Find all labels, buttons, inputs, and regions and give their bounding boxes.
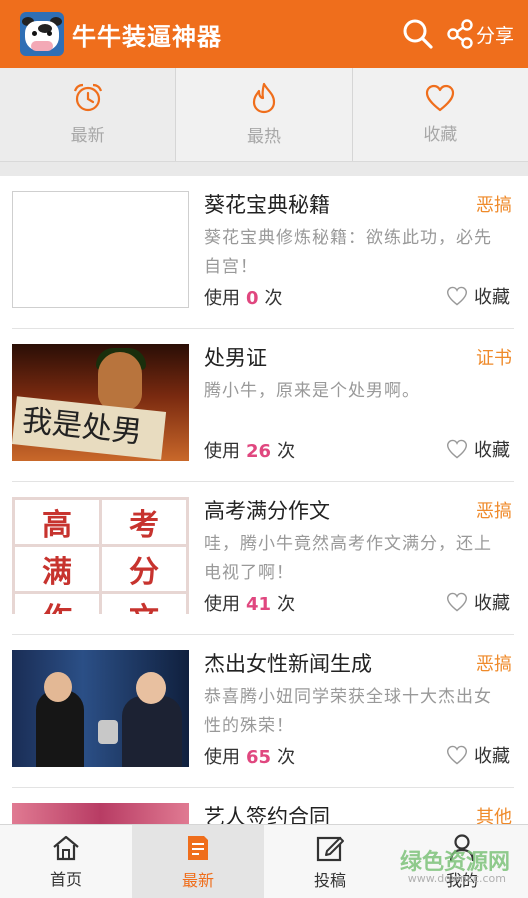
usage-number: 41 <box>246 594 272 615</box>
list-item[interactable]: 葵花宝典秘籍 恶搞 葵花宝典修炼秘籍：欲练此功，必先自宫！ 使用 0 次 收藏 <box>12 176 514 329</box>
share-icon <box>447 19 473 49</box>
list-item[interactable]: 杰出女性新闻生成 恶搞 恭喜腾小妞同学荣获全球十大杰出女性的殊荣！ 使用 65 次 … <box>12 635 514 788</box>
tab-favorites[interactable]: 收藏 <box>353 68 528 161</box>
thumbnail-char: 文 <box>102 594 186 614</box>
list-item[interactable]: 我是处男 处男证 证书 腾小牛，原来是个处男啊。 使用 26 次 收藏 <box>12 329 514 482</box>
thumbnail-char: 作 <box>15 594 99 614</box>
item-tag: 恶搞 <box>476 501 512 522</box>
edit-list-icon <box>188 835 208 860</box>
home-icon <box>53 835 79 860</box>
nav-latest-label: 最新 <box>181 870 214 890</box>
item-description: 腾小牛，原来是个处男啊。 <box>204 381 420 401</box>
thumbnail-image <box>12 803 189 824</box>
nav-home-label: 首页 <box>49 869 82 889</box>
usage-number: 65 <box>246 747 272 768</box>
thumbnail-image <box>12 650 189 767</box>
thumbnail-char: 考 <box>102 500 186 544</box>
tab-favorites-label: 收藏 <box>423 125 458 145</box>
usage-count: 使用 26 次 <box>204 441 296 462</box>
tab-latest[interactable]: 最新 <box>0 68 177 161</box>
share-label: 分享 <box>475 24 514 47</box>
usage-number: 26 <box>246 441 272 462</box>
item-description: 恭喜腾小妞同学荣获全球十大杰出女性的殊荣！ <box>204 687 492 736</box>
heart-outline-icon <box>446 439 468 459</box>
item-tag: 证书 <box>476 348 512 369</box>
tab-latest-label: 最新 <box>70 126 105 146</box>
item-description: 哇，腾小牛竟然高考作文满分，还上电视了啊！ <box>204 534 492 583</box>
nav-latest[interactable]: 最新 <box>132 825 264 898</box>
template-list: 葵花宝典秘籍 恶搞 葵花宝典修炼秘籍：欲练此功，必先自宫！ 使用 0 次 收藏 我是… <box>0 176 528 824</box>
tab-hottest-label: 最热 <box>246 127 281 147</box>
thumbnail-char: 满 <box>15 547 99 591</box>
item-title: 高考满分作文 <box>204 499 330 523</box>
alarm-clock-icon <box>73 83 102 112</box>
usage-count: 使用 65 次 <box>204 747 296 768</box>
thumbnail-placeholder <box>12 191 189 308</box>
favorite-label: 收藏 <box>474 593 510 614</box>
tab-hottest[interactable]: 最热 <box>176 68 353 161</box>
usage-count: 使用 41 次 <box>204 594 296 615</box>
thumbnail-char: 高 <box>15 500 99 544</box>
nav-submit-label: 投稿 <box>313 870 346 890</box>
thumbnail-image: 我是处男 <box>12 344 189 461</box>
heart-outline-icon <box>446 745 468 765</box>
list-item[interactable]: 高 考 满 分 作 文 高考满分作文 恶搞 哇，腾小牛竟然高考作文满分，还上电视… <box>12 482 514 635</box>
favorite-button[interactable]: 收藏 <box>446 589 510 615</box>
category-tabs: 最新 最热 收藏 <box>0 68 528 162</box>
item-title: 处男证 <box>204 346 267 370</box>
nav-home[interactable]: 首页 <box>0 825 132 898</box>
item-tag: 恶搞 <box>476 195 512 216</box>
favorite-button[interactable]: 收藏 <box>446 742 510 768</box>
favorite-button[interactable]: 收藏 <box>446 436 510 462</box>
item-title: 艺人签约合同 <box>204 805 330 824</box>
item-title: 杰出女性新闻生成 <box>204 652 372 676</box>
divider <box>0 162 528 176</box>
favorite-button[interactable]: 收藏 <box>446 283 510 309</box>
flame-icon <box>252 82 276 114</box>
thumbnail-char: 分 <box>102 547 186 591</box>
cow-logo-icon <box>20 12 64 56</box>
watermark-url: www.downcc.com <box>407 872 506 885</box>
app-header: 牛牛装逼神器 分享 <box>0 0 528 68</box>
thumbnail-image: 高 考 满 分 作 文 <box>12 497 189 614</box>
usage-count: 使用 0 次 <box>204 288 283 309</box>
thumbnail-sign-text: 我是处男 <box>12 396 167 460</box>
heart-outline-icon <box>446 286 468 306</box>
item-tag: 恶搞 <box>476 654 512 675</box>
favorite-label: 收藏 <box>474 440 510 461</box>
favorite-label: 收藏 <box>474 287 510 308</box>
item-title: 葵花宝典秘籍 <box>204 193 330 217</box>
item-tag: 其他 <box>476 807 512 824</box>
heart-icon <box>426 84 455 112</box>
item-description: 葵花宝典修炼秘籍：欲练此功，必先自宫！ <box>204 228 492 277</box>
share-button[interactable]: 分享 <box>446 19 514 49</box>
heart-outline-icon <box>446 592 468 612</box>
search-icon <box>403 19 433 49</box>
usage-number: 0 <box>246 288 259 309</box>
favorite-label: 收藏 <box>474 746 510 767</box>
nav-submit[interactable]: 投稿 <box>264 825 396 898</box>
search-button[interactable] <box>398 14 438 54</box>
list-item[interactable]: 艺人签约合同 其他 <box>12 788 514 824</box>
compose-icon <box>316 836 344 861</box>
app-title: 牛牛装逼神器 <box>72 22 222 51</box>
